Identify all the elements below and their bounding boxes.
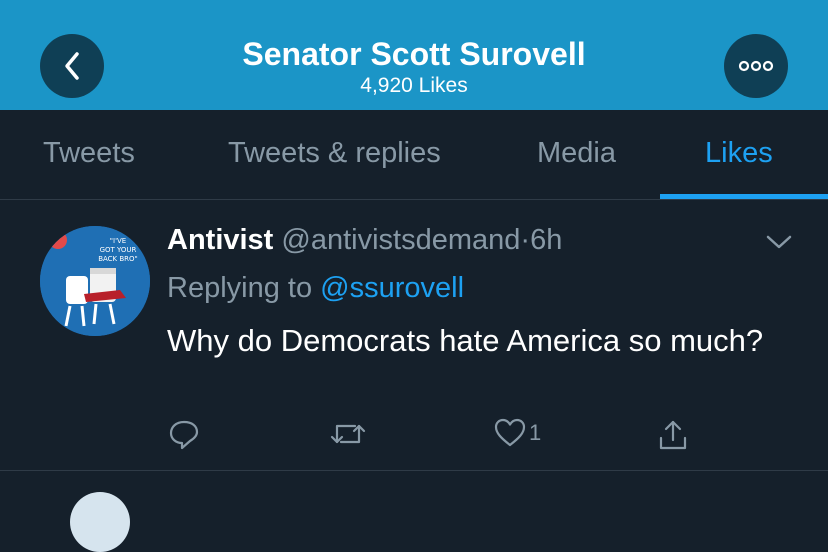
tweet[interactable]: "I'VE GOT YOUR BACK BRO" Antivist @antiv… — [0, 202, 828, 471]
tweet-actions: 1 — [0, 418, 828, 458]
share-button[interactable] — [657, 418, 689, 452]
like-count: 1 — [529, 420, 542, 445]
author-name[interactable]: Antivist — [167, 224, 273, 256]
svg-text:"I'VE: "I'VE — [110, 237, 126, 245]
retweet-icon — [330, 424, 366, 444]
svg-text:BACK BRO": BACK BRO" — [98, 255, 138, 263]
page-title: Senator Scott Surovell — [242, 36, 586, 72]
tab-likes[interactable]: Likes — [705, 137, 773, 170]
tweet-menu-button[interactable] — [766, 234, 792, 255]
author-handle[interactable]: @antivistsdemand — [281, 224, 520, 256]
likes-count: 4,920 Likes — [360, 74, 468, 97]
share-icon — [659, 420, 687, 450]
tab-media[interactable]: Media — [537, 137, 616, 170]
more-button[interactable] — [724, 34, 788, 98]
reply-button[interactable] — [168, 418, 200, 450]
like-button[interactable]: 1 — [494, 418, 541, 448]
replying-to-mention[interactable]: @ssurovell — [320, 272, 464, 304]
profile-tabs: Tweets Tweets & replies Media Likes — [0, 110, 828, 200]
svg-text:GOT YOUR: GOT YOUR — [100, 246, 137, 254]
profile-header: Senator Scott Surovell 4,920 Likes — [0, 0, 828, 110]
separator-dot: · — [520, 224, 531, 256]
tweet-header: Antivist @antivistsdemand·6h — [167, 224, 562, 257]
chevron-down-icon — [766, 235, 792, 249]
avatar-image: "I'VE GOT YOUR BACK BRO" — [40, 226, 150, 336]
retweet-button[interactable] — [330, 418, 366, 450]
active-tab-indicator — [660, 194, 828, 199]
next-tweet-avatar[interactable] — [70, 492, 130, 552]
more-horizontal-icon — [738, 60, 774, 72]
replying-to-line: Replying to @ssurovell — [167, 272, 464, 305]
reply-icon — [169, 420, 199, 450]
avatar[interactable]: "I'VE GOT YOUR BACK BRO" — [40, 226, 150, 336]
tweet-text: Why do Democrats hate America so much? — [167, 323, 764, 358]
heart-icon — [494, 418, 526, 447]
tab-tweets-and-replies[interactable]: Tweets & replies — [228, 137, 441, 170]
tweet-time[interactable]: 6h — [530, 224, 562, 256]
replying-to-label: Replying to — [167, 272, 313, 304]
tab-tweets[interactable]: Tweets — [43, 137, 135, 170]
